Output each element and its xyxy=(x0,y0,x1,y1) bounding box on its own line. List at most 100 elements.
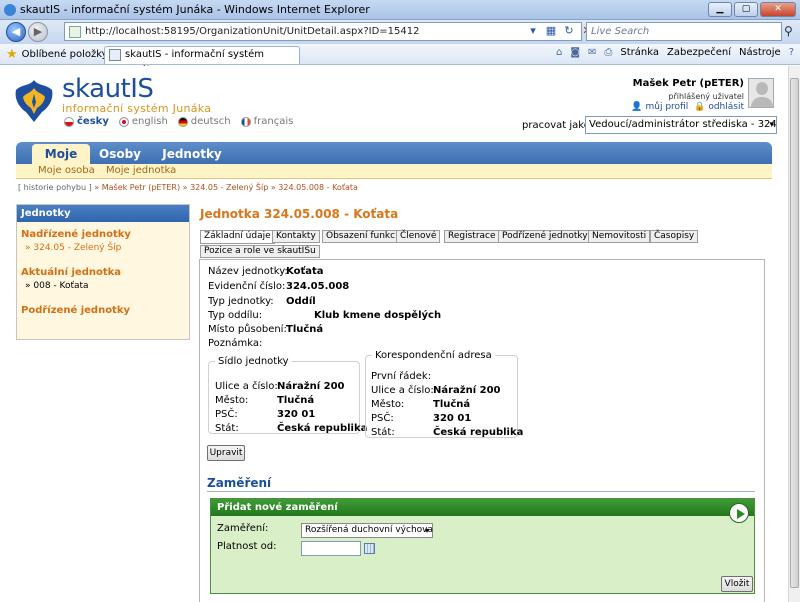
sidebar-item-parent[interactable]: » 324.05 - Zelený Šíp xyxy=(25,243,121,253)
brand-subtitle: informační systém Junáka xyxy=(62,102,212,115)
tab-functions[interactable]: Obsazení funkcí xyxy=(322,230,402,243)
refresh-icon[interactable]: ↻ xyxy=(562,23,576,38)
troop-row: Typ oddílu: Klub kmene dospělých xyxy=(208,310,442,321)
help-icon[interactable]: ? xyxy=(789,47,794,58)
ie-icon xyxy=(4,3,16,16)
focus-select[interactable]: Rozšířená duchovní výchova ▾ xyxy=(301,523,433,538)
search-input[interactable]: Live Search xyxy=(586,22,782,41)
tab-members[interactable]: Členové xyxy=(396,230,441,243)
validity-label: Platnost od: xyxy=(217,541,277,552)
page-content: skautIS informační systém Junáka česky e… xyxy=(0,66,788,602)
sidebar-parent-label: Nadřízené jednotky xyxy=(21,229,131,240)
seat-zip: PSČ: 320 01 xyxy=(215,409,316,420)
compat-icon[interactable]: ▦ xyxy=(544,23,558,38)
chevron-down-icon: ▾ xyxy=(769,120,774,130)
tools-menu[interactable]: Nástroje xyxy=(739,47,781,58)
calendar-icon[interactable] xyxy=(364,543,375,554)
sidebar-item-current[interactable]: » 008 - Koťata xyxy=(25,281,89,291)
feeds-icon[interactable]: ◙ xyxy=(570,47,580,58)
type-row: Typ jednotky: Oddíl xyxy=(208,296,316,307)
user-icon: 👤 xyxy=(631,102,643,112)
lang-czech[interactable]: česky xyxy=(64,116,109,127)
history-link[interactable]: [ historie pohybu ] xyxy=(18,183,92,192)
chevron-down-icon: ▾ xyxy=(424,526,429,535)
breadcrumb-path[interactable]: » Mašek Petr (pETER) » 324.05 - Zelený Š… xyxy=(94,183,358,192)
address-field[interactable]: http://localhost:58195/OrganizationUnit/… xyxy=(64,22,582,41)
my-profile-link[interactable]: 👤 můj profil xyxy=(631,102,688,112)
page-menu[interactable]: Stránka xyxy=(620,47,659,58)
back-button[interactable]: ◀ xyxy=(6,22,26,42)
avatar xyxy=(748,78,774,108)
lang-french[interactable]: français xyxy=(240,116,293,127)
czech-flag-icon xyxy=(64,116,74,127)
tab-positions[interactable]: Pozice a role ve skautISu xyxy=(200,245,320,258)
lang-english[interactable]: english xyxy=(118,116,168,127)
seat-legend: Sídlo jednotky xyxy=(218,356,289,367)
browser-tab[interactable]: skautIS - informační systém Junáka xyxy=(104,46,300,76)
tab-basic[interactable]: Základní údaje xyxy=(200,230,275,244)
french-flag-icon xyxy=(240,116,251,127)
forward-button[interactable]: ▶ xyxy=(28,22,48,42)
tab-subunits[interactable]: Podřízené jednotky xyxy=(498,230,592,243)
page-icon xyxy=(69,25,81,38)
corr-city: Město: Tlučná xyxy=(371,399,471,410)
user-role: přihlášený uživatel xyxy=(668,92,744,101)
window-title: skautIS - informační systém Junáka - Win… xyxy=(20,3,370,16)
menu-moje[interactable]: Moje xyxy=(32,144,90,164)
place-row: Místo působení: Tlučná xyxy=(208,324,324,335)
vertical-scrollbar[interactable] xyxy=(788,66,800,602)
menu-jednotky[interactable]: Jednotky xyxy=(162,144,222,164)
address-bar-row: ◀ ▶ http://localhost:58195/OrganizationU… xyxy=(0,20,800,44)
page-title: Jednotka 324.05.008 - Koťata xyxy=(200,207,399,221)
tab-contacts[interactable]: Kontakty xyxy=(272,230,320,243)
logout-link[interactable]: 🔒 odhlásit xyxy=(694,102,744,112)
name-row: Název jednotky: Koťata xyxy=(208,266,324,277)
search-placeholder: Live Search xyxy=(591,26,650,37)
edit-button[interactable]: Upravit xyxy=(207,445,245,461)
seat-street: Ulice a číslo: Náražní 200 xyxy=(215,381,345,392)
menu-osoby[interactable]: Osoby xyxy=(96,144,144,164)
german-flag-icon xyxy=(177,116,188,127)
sidebar-children-label[interactable]: Podřízené jednotky xyxy=(21,305,130,316)
user-name: Mašek Petr (pETER) xyxy=(632,78,744,89)
play-icon[interactable] xyxy=(729,503,749,523)
scrollbar-thumb[interactable] xyxy=(790,78,799,588)
language-switcher: česky english deutsch français xyxy=(64,116,293,127)
sidebar: Jednotky Nadřízené jednotky » 324.05 - Z… xyxy=(16,204,190,340)
tab-registration[interactable]: Registrace xyxy=(444,230,500,243)
favorites-label[interactable]: Oblíbené položky xyxy=(22,49,108,60)
tab-property[interactable]: Nemovitosti xyxy=(588,230,651,243)
work-as-label: pracovat jako: xyxy=(522,120,594,131)
sidebar-current-label: Aktuální jednotka xyxy=(21,267,122,278)
search-icon[interactable]: ⚲ xyxy=(784,24,793,38)
add-focus-title: Přidat nové zaměření xyxy=(211,499,754,516)
submenu-moje-osoba[interactable]: Moje osoba xyxy=(38,164,95,178)
home-icon[interactable]: ⌂ xyxy=(556,47,562,58)
close-button[interactable]: ✕ xyxy=(760,2,796,17)
insert-button[interactable]: Vložit xyxy=(721,576,753,592)
corr-zip: PSČ: 320 01 xyxy=(371,413,472,424)
maximize-button[interactable]: ▢ xyxy=(734,2,758,17)
print-icon[interactable]: ⎙ xyxy=(604,47,612,58)
sub-menu: Moje osoba Moje jednotka xyxy=(16,164,772,179)
skautis-logo-icon xyxy=(15,80,53,122)
mail-icon[interactable]: ✉ xyxy=(588,47,596,58)
dropdown-icon[interactable]: ▾ xyxy=(526,23,540,38)
seat-city: Město: Tlučná xyxy=(215,395,315,406)
security-menu[interactable]: Zabezpečení xyxy=(667,47,731,58)
uk-flag-icon xyxy=(118,116,129,127)
submenu-moje-jednotka[interactable]: Moje jednotka xyxy=(106,164,176,178)
main-menu: Moje Osoby Jednotky xyxy=(16,142,772,164)
validity-date-input[interactable] xyxy=(301,541,361,556)
favorites-star-icon[interactable]: ★ xyxy=(6,47,18,62)
correspondence-legend: Korespondenční adresa xyxy=(375,350,492,361)
lang-german[interactable]: deutsch xyxy=(177,116,231,127)
focus-label: Zaměření: xyxy=(217,523,269,534)
corr-first: První řádek: xyxy=(371,371,432,382)
minimize-button[interactable]: ▁ xyxy=(708,2,732,17)
work-as-select[interactable]: Vedoucí/administrátor střediska - 324.05… xyxy=(585,116,777,134)
corr-street: Ulice a číslo: Náražní 200 xyxy=(371,385,501,396)
reg-row: Evidenční číslo: 324.05.008 xyxy=(208,281,350,292)
basic-info-panel: Název jednotky: Koťata Evidenční číslo: 32… xyxy=(199,259,765,602)
tab-magazines[interactable]: Časopisy xyxy=(650,230,699,243)
